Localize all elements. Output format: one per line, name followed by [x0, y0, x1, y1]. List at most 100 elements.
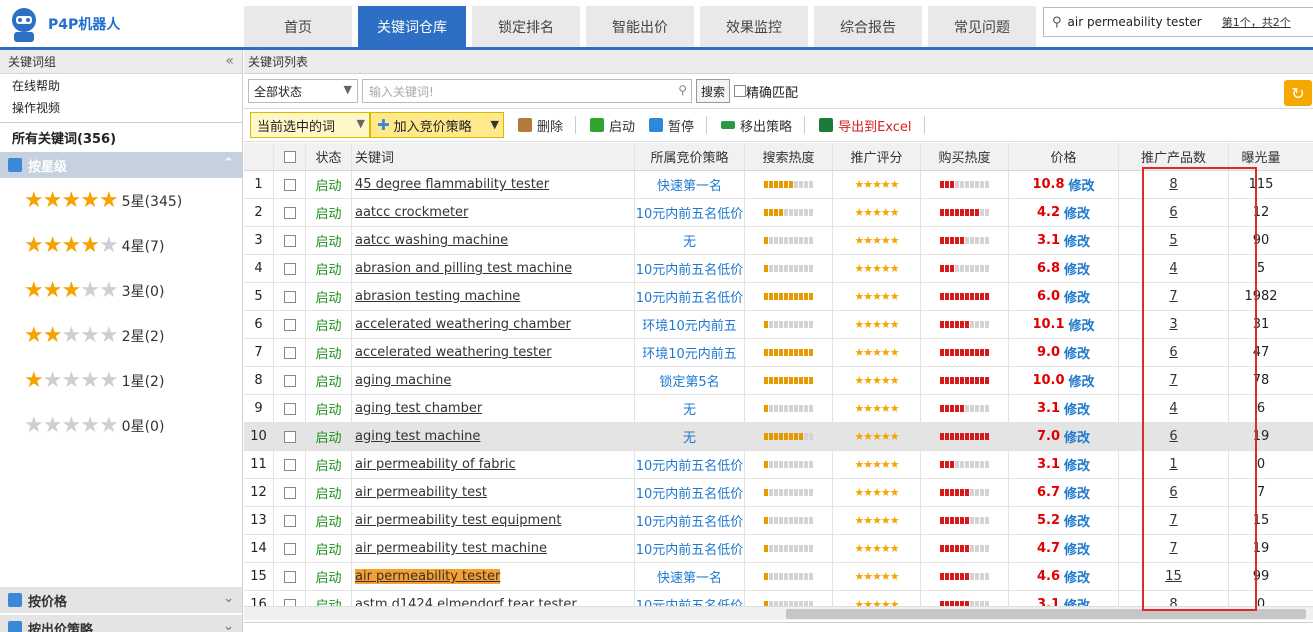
table-row[interactable]: 14 启动 air permeability test machine 10元内前五名… [244, 535, 1313, 563]
table-row[interactable]: 2 启动 aatcc crockmeter 10元内前五名低价 ★★★★★ 4.2 修改 6 1… [244, 199, 1313, 227]
row-checkbox[interactable] [283, 514, 296, 527]
header-status[interactable]: 状态 [306, 143, 352, 170]
strategy-link[interactable]: 无 [683, 427, 696, 446]
product-count-link[interactable]: 6 [1169, 205, 1177, 220]
product-count-link[interactable]: 1 [1169, 457, 1177, 472]
section-by-price[interactable]: 按价格 ⌄ [0, 587, 242, 613]
select-all-checkbox[interactable] [283, 150, 296, 163]
exact-match[interactable]: 精确匹配 [734, 82, 798, 101]
edit-price-link[interactable]: 修改 [1069, 315, 1095, 334]
star-filter-3[interactable]: ★★★★★ 3星(0) [0, 268, 242, 313]
edit-price-link[interactable]: 修改 [1064, 399, 1090, 418]
keyword-input[interactable]: 输入关键词! ⚲ [362, 79, 692, 103]
product-count-link[interactable]: 15 [1165, 569, 1182, 584]
row-checkbox[interactable] [283, 542, 296, 555]
keyword-link[interactable]: air permeability tester [355, 569, 501, 584]
search-icon[interactable]: ⚲ [678, 83, 687, 97]
strategy-link[interactable]: 环境10元内前五 [642, 315, 737, 334]
table-row[interactable]: 12 启动 air permeability test 10元内前五名低价 ★★★★★ 6… [244, 479, 1313, 507]
keyword-link[interactable]: aging test machine [355, 429, 480, 444]
scope-select[interactable]: 当前选中的词 ▼ [250, 112, 370, 138]
table-row[interactable]: 7 启动 accelerated weathering tester 环境10元内前五… [244, 339, 1313, 367]
product-count-link[interactable]: 3 [1169, 317, 1177, 332]
collapse-left-icon[interactable]: « [225, 53, 234, 69]
edit-price-link[interactable]: 修改 [1064, 231, 1090, 250]
star-filter-5[interactable]: ★★★★★ 5星(345) [0, 178, 242, 223]
keyword-link[interactable]: 45 degree flammability tester [355, 177, 549, 192]
product-count-link[interactable]: 4 [1169, 261, 1177, 276]
tab-6[interactable]: 常见问题 [928, 6, 1036, 47]
table-row[interactable]: 13 启动 air permeability test equipment 10元内前… [244, 507, 1313, 535]
header-score[interactable]: 推广评分 [833, 143, 921, 170]
keyword-link[interactable]: accelerated weathering chamber [355, 317, 571, 332]
row-checkbox[interactable] [283, 178, 296, 191]
strategy-link[interactable]: 10元内前五名低价 [636, 539, 744, 558]
row-checkbox[interactable] [283, 346, 296, 359]
keyword-link[interactable]: accelerated weathering tester [355, 345, 551, 360]
strategy-link[interactable]: 锁定第5名 [659, 371, 719, 390]
export-excel-button[interactable]: 导出到Excel [819, 116, 912, 135]
edit-price-link[interactable]: 修改 [1069, 175, 1095, 194]
keyword-link[interactable]: abrasion testing machine [355, 289, 520, 304]
star-filter-1[interactable]: ★★★★★ 1星(2) [0, 358, 242, 403]
edit-price-link[interactable]: 修改 [1064, 483, 1090, 502]
section-by-bid[interactable]: 按出价策略 ⌄ [0, 615, 242, 632]
row-checkbox[interactable] [283, 290, 296, 303]
start-button[interactable]: 启动 [590, 116, 635, 135]
table-row[interactable]: 11 启动 air permeability of fabric 10元内前五名低价 ★… [244, 451, 1313, 479]
strategy-link[interactable]: 无 [683, 231, 696, 250]
header-buy-heat[interactable]: 购买热度 [921, 143, 1009, 170]
chevron-down-icon[interactable]: ⌄ [223, 591, 234, 606]
status-select[interactable]: 全部状态 ▼ [248, 79, 358, 103]
edit-price-link[interactable]: 修改 [1064, 203, 1090, 222]
keyword-link[interactable]: air permeability test machine [355, 541, 547, 556]
row-checkbox[interactable] [283, 402, 296, 415]
strategy-link[interactable]: 快速第一名 [657, 175, 722, 194]
product-count-link[interactable]: 7 [1169, 541, 1177, 556]
strategy-link[interactable]: 无 [683, 399, 696, 418]
header-exposure[interactable]: 曝光量 [1229, 143, 1293, 170]
star-filter-0[interactable]: ★★★★★ 0星(0) [0, 403, 242, 448]
tab-3[interactable]: 智能出价 [586, 6, 694, 47]
strategy-link[interactable]: 环境10元内前五 [642, 343, 737, 362]
table-row[interactable]: 9 启动 aging test chamber 无 ★★★★★ 3.1 修改 4 6 [244, 395, 1313, 423]
table-row[interactable]: 10 启动 aging test machine 无 ★★★★★ 7.0 修改 6 19 [244, 423, 1313, 451]
sidebar-all-keywords[interactable]: 所有关键词(356) [0, 122, 242, 152]
strategy-link[interactable]: 10元内前五名低价 [636, 511, 744, 530]
edit-price-link[interactable]: 修改 [1064, 287, 1090, 306]
edit-price-link[interactable]: 修改 [1064, 539, 1090, 558]
row-checkbox[interactable] [283, 430, 296, 443]
row-checkbox[interactable] [283, 374, 296, 387]
header-strategy[interactable]: 所属竞价策略 [635, 143, 745, 170]
row-checkbox[interactable] [283, 458, 296, 471]
edit-price-link[interactable]: 修改 [1064, 511, 1090, 530]
row-checkbox[interactable] [283, 486, 296, 499]
keyword-link[interactable]: air permeability test [355, 485, 487, 500]
product-count-link[interactable]: 8 [1169, 177, 1177, 192]
header-product-count[interactable]: 推广产品数 [1119, 143, 1229, 170]
product-count-link[interactable]: 7 [1169, 513, 1177, 528]
keyword-link[interactable]: abrasion and pilling test machine [355, 261, 572, 276]
find-box[interactable]: ⚲ air permeability tester 第1个，共2个 [1043, 7, 1313, 37]
table-row[interactable]: 8 启动 aging machine 锁定第5名 ★★★★★ 10.0 修改 7 78 [244, 367, 1313, 395]
table-row[interactable]: 15 启动 air permeability tester 快速第一名 ★★★★★ 4.6… [244, 563, 1313, 591]
keyword-link[interactable]: air permeability of fabric [355, 457, 516, 472]
row-checkbox[interactable] [283, 318, 296, 331]
find-input[interactable]: air permeability tester [1068, 15, 1202, 29]
tab-5[interactable]: 综合报告 [814, 6, 922, 47]
pause-button[interactable]: 暂停 [649, 116, 694, 135]
product-count-link[interactable]: 7 [1169, 289, 1177, 304]
table-row[interactable]: 1 启动 45 degree flammability tester 快速第一名 ★★★… [244, 171, 1313, 199]
edit-price-link[interactable]: 修改 [1064, 343, 1090, 362]
strategy-link[interactable]: 快速第一名 [657, 567, 722, 586]
row-checkbox[interactable] [283, 570, 296, 583]
section-by-star[interactable]: 按星级 ⌃ [0, 152, 242, 178]
product-count-link[interactable]: 5 [1169, 233, 1177, 248]
keyword-link[interactable]: aging test chamber [355, 401, 482, 416]
keyword-link[interactable]: aging machine [355, 373, 451, 388]
star-filter-2[interactable]: ★★★★★ 2星(2) [0, 313, 242, 358]
edit-price-link[interactable]: 修改 [1064, 567, 1090, 586]
table-row[interactable]: 6 启动 accelerated weathering chamber 环境10元内前… [244, 311, 1313, 339]
exact-match-checkbox[interactable] [734, 85, 747, 97]
star-filter-4[interactable]: ★★★★★ 4星(7) [0, 223, 242, 268]
